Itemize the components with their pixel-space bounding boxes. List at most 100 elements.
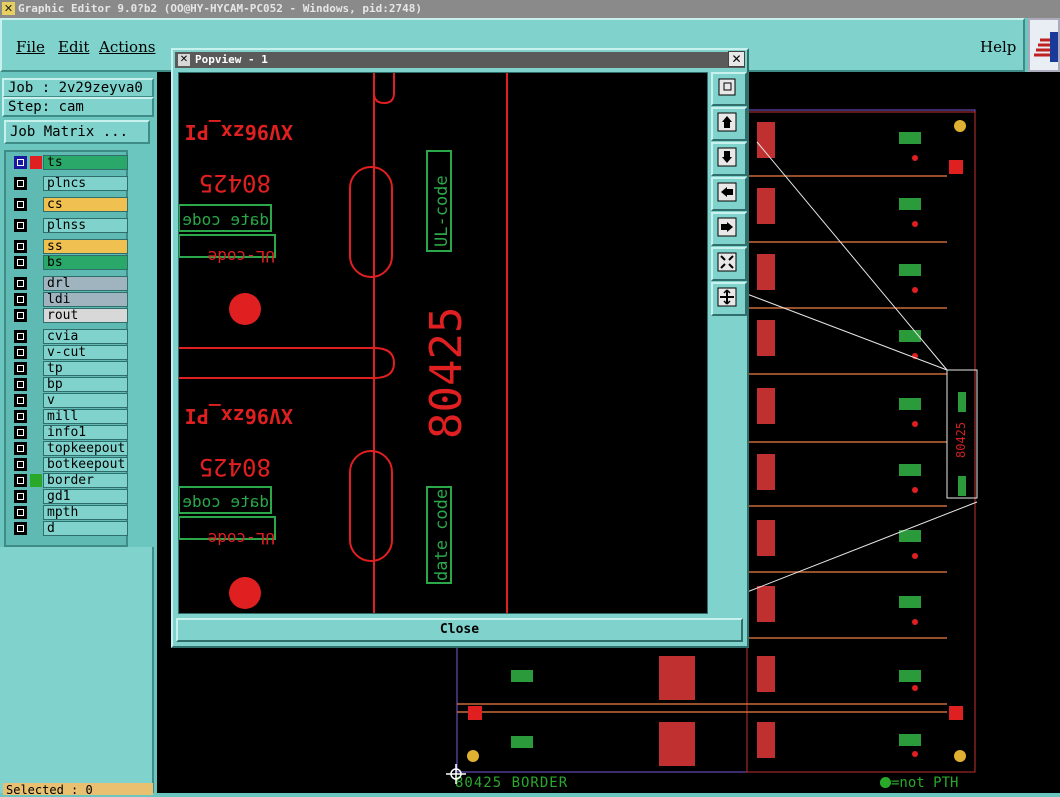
layer-row-bp[interactable]: bp	[10, 377, 128, 392]
layer-row-tp[interactable]: tp	[10, 361, 128, 376]
layer-name: botkeepout	[43, 457, 128, 472]
part-number-mirrored: 80425	[199, 169, 271, 197]
layer-name: tp	[43, 361, 128, 376]
layer-row-info1[interactable]: info1	[10, 425, 128, 440]
layer-row-plnss[interactable]: plnss	[10, 218, 128, 233]
layer-checkbox[interactable]	[14, 256, 27, 269]
layer-checkbox[interactable]	[14, 346, 27, 359]
left-panel-filler	[0, 547, 154, 793]
layer-checkbox[interactable]	[14, 394, 27, 407]
menu-edit[interactable]: Edit	[58, 38, 89, 56]
layer-checkbox[interactable]	[14, 522, 27, 535]
date-code-mirrored-2: date code	[182, 492, 269, 511]
ul-code-mirrored-2: UL-code	[208, 529, 275, 548]
layer-color-swatch	[30, 156, 42, 169]
step-label: Step: cam	[2, 97, 154, 117]
popview-close-button[interactable]: Close	[176, 618, 743, 642]
crosshair-cursor-icon	[446, 764, 466, 784]
part-number-label: 80425	[421, 307, 472, 439]
layer-row-botkeepout[interactable]: botkeepout	[10, 457, 128, 472]
layer-row-cvia[interactable]: cvia	[10, 329, 128, 344]
ul-code-label: UL-code	[432, 175, 452, 247]
layer-name: topkeepout	[43, 441, 128, 456]
layer-checkbox[interactable]	[14, 177, 27, 190]
ul-code-mirrored: UL-code	[208, 247, 275, 266]
layer-checkbox[interactable]	[14, 293, 27, 306]
layer-name: ts	[43, 155, 128, 170]
layer-checkbox[interactable]	[14, 474, 27, 487]
layer-name: drl	[43, 276, 128, 291]
date-code-mirrored: date code	[182, 210, 269, 229]
layer-checkbox[interactable]	[14, 490, 27, 503]
layer-row-v[interactable]: v	[10, 393, 128, 408]
logo-icon	[1028, 18, 1060, 72]
window-title: Graphic Editor 9.0?b2 (OO@HY-HYCAM-PC052…	[18, 2, 422, 15]
layer-name: bp	[43, 377, 128, 392]
zoom-fit-icon[interactable]	[711, 72, 747, 106]
layer-checkbox[interactable]	[14, 442, 27, 455]
layer-name: gd1	[43, 489, 128, 504]
app-icon: ✕	[2, 2, 15, 15]
legend-not-pth: =not PTH	[880, 775, 958, 791]
popview-title-bar[interactable]: ✕ Popview - 1	[175, 52, 745, 68]
layer-list: ts plncs cs plnss ss bs drl ldi rout cvi…	[4, 150, 128, 547]
popview-close-icon[interactable]: ✕	[728, 51, 745, 67]
menu-file[interactable]: File	[16, 38, 45, 56]
layer-checkbox[interactable]	[14, 198, 27, 211]
layer-row-gd1[interactable]: gd1	[10, 489, 128, 504]
layer-checkbox[interactable]	[14, 378, 27, 391]
layer-name: border	[43, 473, 128, 488]
layer-checkbox[interactable]	[14, 410, 27, 423]
window-title-bar: ✕ Graphic Editor 9.0?b2 (OO@HY-HYCAM-PC0…	[0, 0, 1060, 18]
layer-checkbox[interactable]	[14, 458, 27, 471]
layer-row-ldi[interactable]: ldi	[10, 292, 128, 307]
layer-checkbox[interactable]	[14, 219, 27, 232]
zoom-in-icon[interactable]	[711, 247, 747, 281]
layer-name: plnss	[43, 218, 128, 233]
layer-name: mill	[43, 409, 128, 424]
side-label: 80425	[954, 422, 968, 458]
menu-help[interactable]: Help	[980, 38, 1016, 56]
layer-row-cs[interactable]: cs	[10, 197, 128, 212]
layer-name: mpth	[43, 505, 128, 520]
layer-row-ss[interactable]: ss	[10, 239, 128, 254]
layer-row-mill[interactable]: mill	[10, 409, 128, 424]
layer-name: bs	[43, 255, 128, 270]
job-label: Job : 2v29zeyva0	[2, 78, 154, 98]
layer-checkbox[interactable]	[14, 362, 27, 375]
arrow-up-icon[interactable]	[711, 107, 747, 141]
layer-row-rout[interactable]: rout	[10, 308, 128, 323]
layer-name: v-cut	[43, 345, 128, 360]
arrow-left-icon[interactable]	[711, 177, 747, 211]
zoom-out-icon[interactable]	[711, 282, 747, 316]
popview-drawing: UL-code date code date code date code 80…	[178, 73, 508, 613]
layer-name: ss	[43, 239, 128, 254]
layer-row-plncs[interactable]: plncs	[10, 176, 128, 191]
arrow-right-icon[interactable]	[711, 212, 747, 246]
layer-checkbox[interactable]	[14, 330, 27, 343]
layer-checkbox[interactable]	[14, 156, 27, 169]
layer-row-v-cut[interactable]: v-cut	[10, 345, 128, 360]
arrow-down-icon[interactable]	[711, 142, 747, 176]
layer-row-border[interactable]: border	[10, 473, 128, 488]
menu-actions[interactable]: Actions	[99, 38, 155, 56]
layer-name: d	[43, 521, 128, 536]
layer-row-bs[interactable]: bs	[10, 255, 128, 270]
popview-viewport[interactable]: UL-code date code date code date code 80…	[178, 72, 708, 614]
layer-row-topkeepout[interactable]: topkeepout	[10, 441, 128, 456]
panel-border-label: 80425 BORDER	[455, 775, 569, 791]
layer-row-mpth[interactable]: mpth	[10, 505, 128, 520]
layer-checkbox[interactable]	[14, 277, 27, 290]
layer-row-drl[interactable]: drl	[10, 276, 128, 291]
layer-checkbox[interactable]	[14, 426, 27, 439]
job-matrix-button[interactable]: Job Matrix ...	[4, 120, 150, 144]
selected-count: Selected : 0	[3, 783, 153, 797]
layer-checkbox[interactable]	[14, 240, 27, 253]
layer-checkbox[interactable]	[14, 309, 27, 322]
mirror-text: XV96zx_PI	[185, 120, 293, 144]
layer-color-swatch	[30, 474, 42, 487]
layer-row-ts[interactable]: ts	[10, 155, 128, 170]
layer-row-d[interactable]: d	[10, 521, 128, 536]
layer-checkbox[interactable]	[14, 506, 27, 519]
layer-name: ldi	[43, 292, 128, 307]
